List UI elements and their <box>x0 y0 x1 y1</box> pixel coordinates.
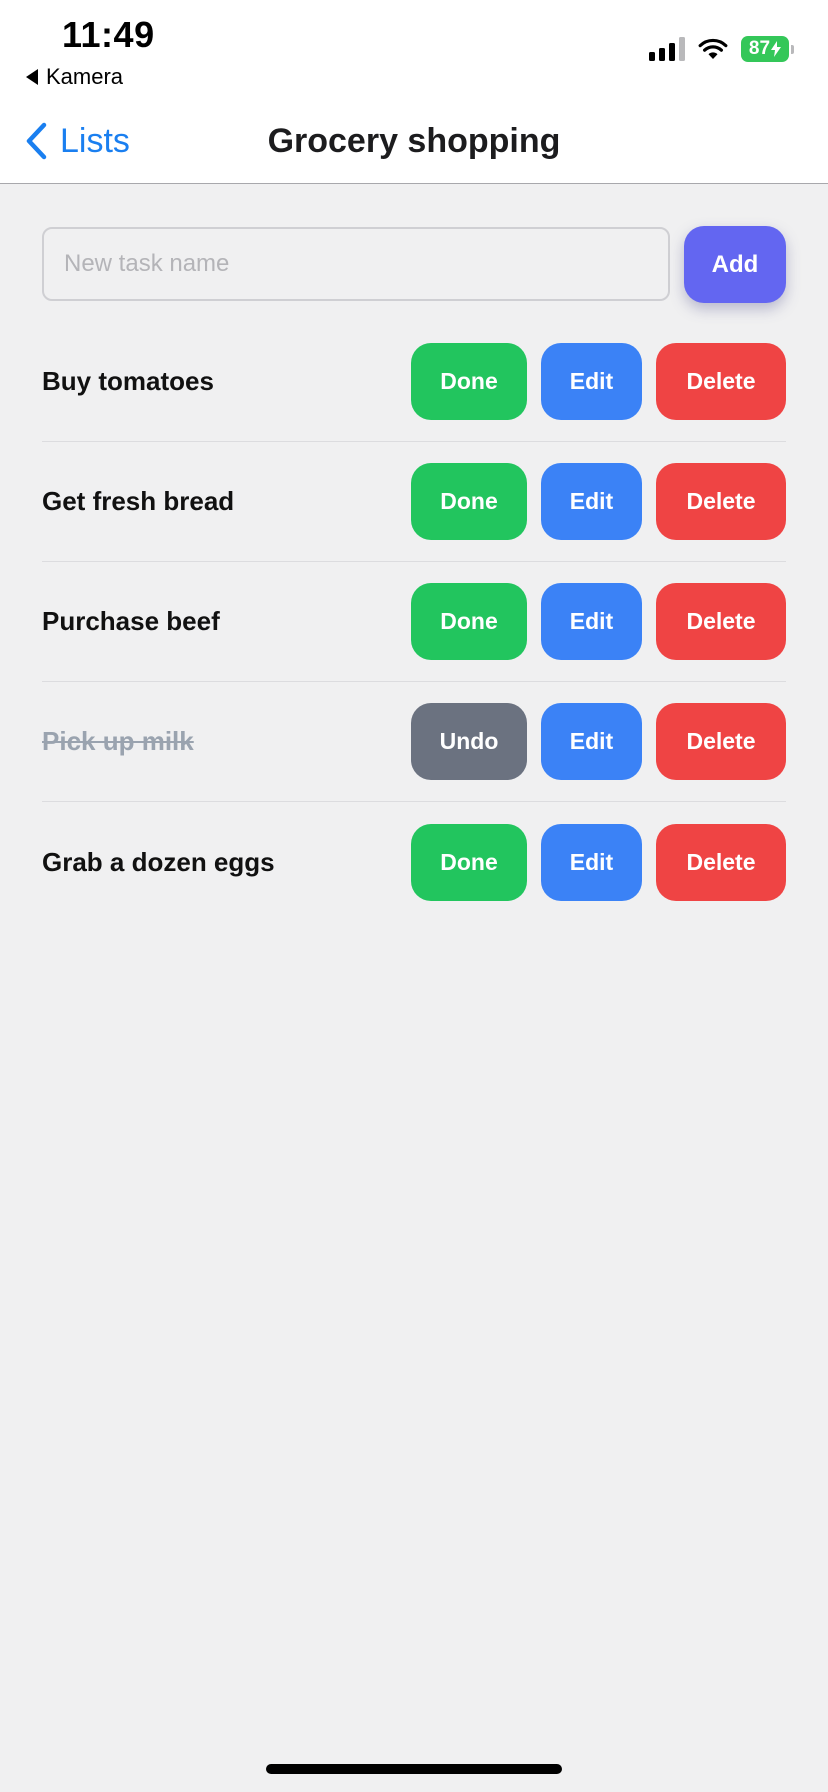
nav-back-label: Lists <box>60 121 130 160</box>
wifi-icon <box>698 38 728 59</box>
delete-button[interactable]: Delete <box>656 703 786 780</box>
task-name: Get fresh bread <box>42 486 235 516</box>
edit-button[interactable]: Edit <box>541 703 642 780</box>
status-indicators: 87 <box>649 34 794 64</box>
task-name: Purchase beef <box>42 606 220 636</box>
edit-button[interactable]: Edit <box>541 343 642 420</box>
task-list: Buy tomatoes Done Edit Delete Get fresh … <box>42 322 786 922</box>
back-app-label: Kamera <box>46 64 124 89</box>
add-task-button[interactable]: Add <box>684 226 786 303</box>
cellular-signal-icon <box>649 37 685 61</box>
back-to-app-link[interactable]: Kamera <box>26 62 123 92</box>
done-button[interactable]: Done <box>411 583 527 660</box>
edit-button[interactable]: Edit <box>541 583 642 660</box>
edit-button[interactable]: Edit <box>541 463 642 540</box>
task-row: Purchase beef Done Edit Delete <box>42 562 786 682</box>
task-row: Buy tomatoes Done Edit Delete <box>42 322 786 442</box>
task-row: Get fresh bread Done Edit Delete <box>42 442 786 562</box>
battery-icon: 87 <box>741 36 794 62</box>
done-button[interactable]: Done <box>411 343 527 420</box>
done-button[interactable]: Done <box>411 823 527 901</box>
task-name-completed: Pick up milk <box>42 726 194 756</box>
battery-level: 87 <box>748 38 771 59</box>
home-indicator <box>266 1764 562 1774</box>
delete-button[interactable]: Delete <box>656 463 786 540</box>
back-triangle-icon <box>26 69 38 85</box>
nav-back-button[interactable]: Lists <box>24 116 130 166</box>
task-row: Grab a dozen eggs Done Edit Delete <box>42 802 786 922</box>
task-row-completed: Pick up milk Undo Edit Delete <box>42 682 786 802</box>
task-name: Grab a dozen eggs <box>42 846 275 877</box>
new-task-form: Add <box>42 226 786 304</box>
status-time: 11:49 <box>62 14 155 55</box>
charging-bolt-icon <box>771 41 782 57</box>
done-button[interactable]: Done <box>411 463 527 540</box>
top-bar: 11:49 Kamera 87 Lists Grocery shopping <box>0 0 828 184</box>
chevron-left-icon <box>26 122 47 160</box>
task-name: Buy tomatoes <box>42 366 214 396</box>
delete-button[interactable]: Delete <box>656 823 786 901</box>
delete-button[interactable]: Delete <box>656 343 786 420</box>
delete-button[interactable]: Delete <box>656 583 786 660</box>
undo-button[interactable]: Undo <box>411 703 527 780</box>
edit-button[interactable]: Edit <box>541 823 642 901</box>
new-task-input[interactable] <box>42 227 670 301</box>
